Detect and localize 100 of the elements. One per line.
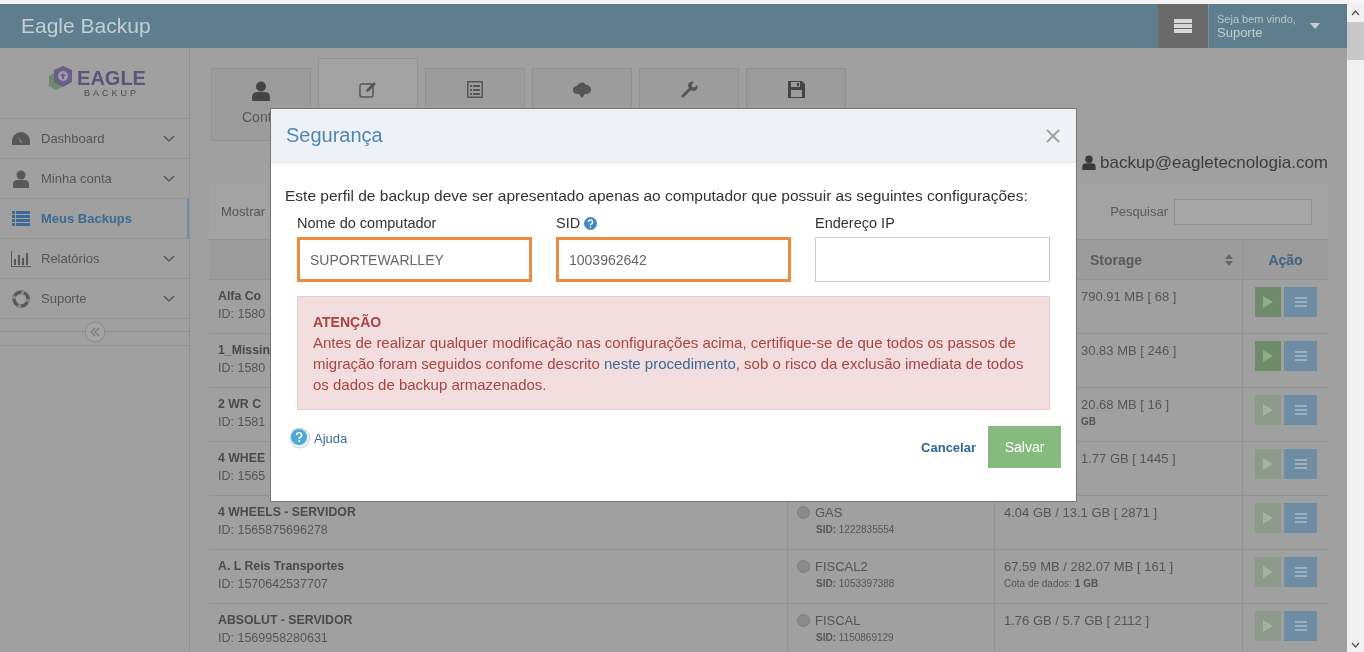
menu-button[interactable] (1284, 341, 1317, 371)
storage-usage: 1.77 GB [ 1445 ] (1081, 451, 1176, 466)
status-dot (797, 506, 810, 519)
field-label: Nome do computador (297, 215, 437, 231)
play-button[interactable] (1255, 503, 1281, 533)
status-dot (797, 614, 810, 627)
sort-icon (1225, 253, 1233, 266)
backup-name: ABSOLUT - SERVIDOR (218, 613, 353, 627)
quota-value: GB (1081, 416, 1096, 427)
input-field[interactable]: 1003962642 (556, 237, 791, 282)
device-name: FISCAL (815, 613, 861, 628)
menu-icon (1294, 459, 1307, 469)
field-label: Endereço IP (815, 215, 895, 231)
help-icon[interactable] (584, 216, 598, 230)
alert-title: ATENÇÃO (313, 314, 383, 330)
sidebar-item[interactable]: Minha conta (0, 159, 189, 199)
backup-id: ID: 1580 (218, 307, 266, 321)
play-button[interactable] (1255, 395, 1281, 425)
input-field[interactable] (815, 237, 1050, 282)
user-icon (1082, 155, 1096, 170)
menu-button[interactable] (1284, 287, 1317, 317)
input-field[interactable]: SUPORTEWARLLEY (297, 237, 532, 282)
collapse-icon[interactable] (83, 321, 106, 343)
menu-icon (1294, 297, 1307, 307)
backup-name: 4 WHEELS - SERVIDOR (218, 505, 356, 519)
chevron-down-icon (163, 134, 175, 143)
play-icon (1263, 620, 1273, 632)
device-sid: SID: 1222835554 (815, 524, 895, 535)
logo-wordmark: EAGLE (77, 68, 146, 88)
cloud-download-icon (572, 81, 592, 99)
chevron-down-icon (163, 254, 175, 263)
sidebar-item[interactable]: Relatórios (0, 239, 189, 279)
user-icon (252, 81, 270, 101)
dialog-description: Este perfil de backup deve ser apresentado apenas ao computador que possuir as seguintes configurações: (285, 187, 1029, 205)
bar-chart-icon (11, 250, 31, 267)
menu-icon (1294, 567, 1307, 577)
menu-icon (1294, 621, 1307, 631)
play-button[interactable] (1255, 341, 1281, 371)
scrollbar-thumb[interactable] (1347, 22, 1364, 60)
menu-button[interactable] (1284, 611, 1317, 641)
backup-name: A. L Reis Transportes (218, 559, 345, 573)
server-button[interactable] (1158, 4, 1208, 48)
menu-button[interactable] (1284, 503, 1317, 533)
play-icon (1263, 404, 1273, 416)
backup-name: 4 WHEE (218, 451, 266, 465)
quota-label: Cota de dados: (1004, 578, 1072, 589)
logo-tagline: BACKUP (84, 88, 139, 98)
play-button[interactable] (1255, 557, 1281, 587)
server-icon (1174, 19, 1192, 33)
save-button[interactable]: Salvar (988, 426, 1061, 468)
storage-usage: 1.76 GB / 5.7 GB [ 2112 ] (1004, 613, 1149, 628)
play-button[interactable] (1255, 449, 1281, 479)
wrench-icon (680, 81, 698, 99)
list-icon (11, 211, 31, 226)
status-dot (797, 560, 810, 573)
close-icon[interactable] (1045, 127, 1061, 144)
device-name: FISCAL2 (815, 559, 868, 574)
backup-id: ID: 1581 (218, 415, 266, 429)
device-sid: SID: 1053397388 (815, 578, 895, 589)
scrollbar[interactable] (1347, 4, 1364, 652)
play-button[interactable] (1255, 611, 1281, 641)
menu-button[interactable] (1284, 449, 1317, 479)
alert-message: Antes de realizar qualquer modificação nas configurações acima, certifique-se de que todos os passos de migração foram seguidos confome descrito neste procedimento, sob o risco da exclusão imediata de todos os dados de backup armazenados. (313, 333, 1025, 395)
scroll-down-icon[interactable] (1351, 642, 1360, 648)
menu-icon (1294, 351, 1307, 361)
backup-id: ID: 1565 (218, 469, 266, 483)
storage-usage: 790.91 MB [ 68 ] (1081, 289, 1177, 304)
lifebuoy-icon (11, 289, 31, 308)
backup-id: ID: 1580 (218, 361, 266, 375)
scroll-up-icon[interactable] (1351, 10, 1360, 16)
search-field[interactable] (1174, 198, 1312, 225)
storage-usage: 30.83 MB [ 246 ] (1081, 343, 1177, 358)
device-sid: SID: 1150869129 (815, 632, 894, 643)
gauge-icon (11, 130, 31, 147)
help-icon (289, 427, 311, 449)
show-label: Mostrar (221, 204, 266, 219)
menu-icon (1294, 513, 1307, 523)
help-link[interactable]: Ajuda (289, 427, 348, 449)
procedure-link[interactable]: neste procedimento (604, 355, 736, 372)
sidebar-item[interactable]: Dashboard (0, 119, 189, 159)
user-icon (11, 169, 31, 188)
backup-name: 1_Missin (218, 343, 270, 357)
cancel-button[interactable]: Cancelar (921, 439, 976, 455)
menu-button[interactable] (1284, 557, 1317, 587)
menu-button[interactable] (1284, 395, 1317, 425)
caret-icon (1309, 23, 1320, 29)
play-button[interactable] (1255, 287, 1281, 317)
search-label: Pesquisar (1110, 204, 1168, 219)
account-email: backup@eagletecnologia.com (1100, 152, 1328, 173)
play-icon (1263, 296, 1273, 308)
tile-label: Cont (242, 109, 272, 125)
edit-icon (359, 81, 377, 98)
play-icon (1263, 512, 1273, 524)
device-name: GAS (815, 505, 843, 520)
backup-id: ID: 1570642537707 (218, 577, 328, 591)
play-icon (1263, 458, 1273, 470)
field-label: SID (556, 215, 581, 231)
chevron-down-icon (163, 294, 175, 303)
backup-name: 2 WR C (218, 397, 262, 411)
sidebar-item[interactable]: Meus Backups (0, 199, 189, 239)
